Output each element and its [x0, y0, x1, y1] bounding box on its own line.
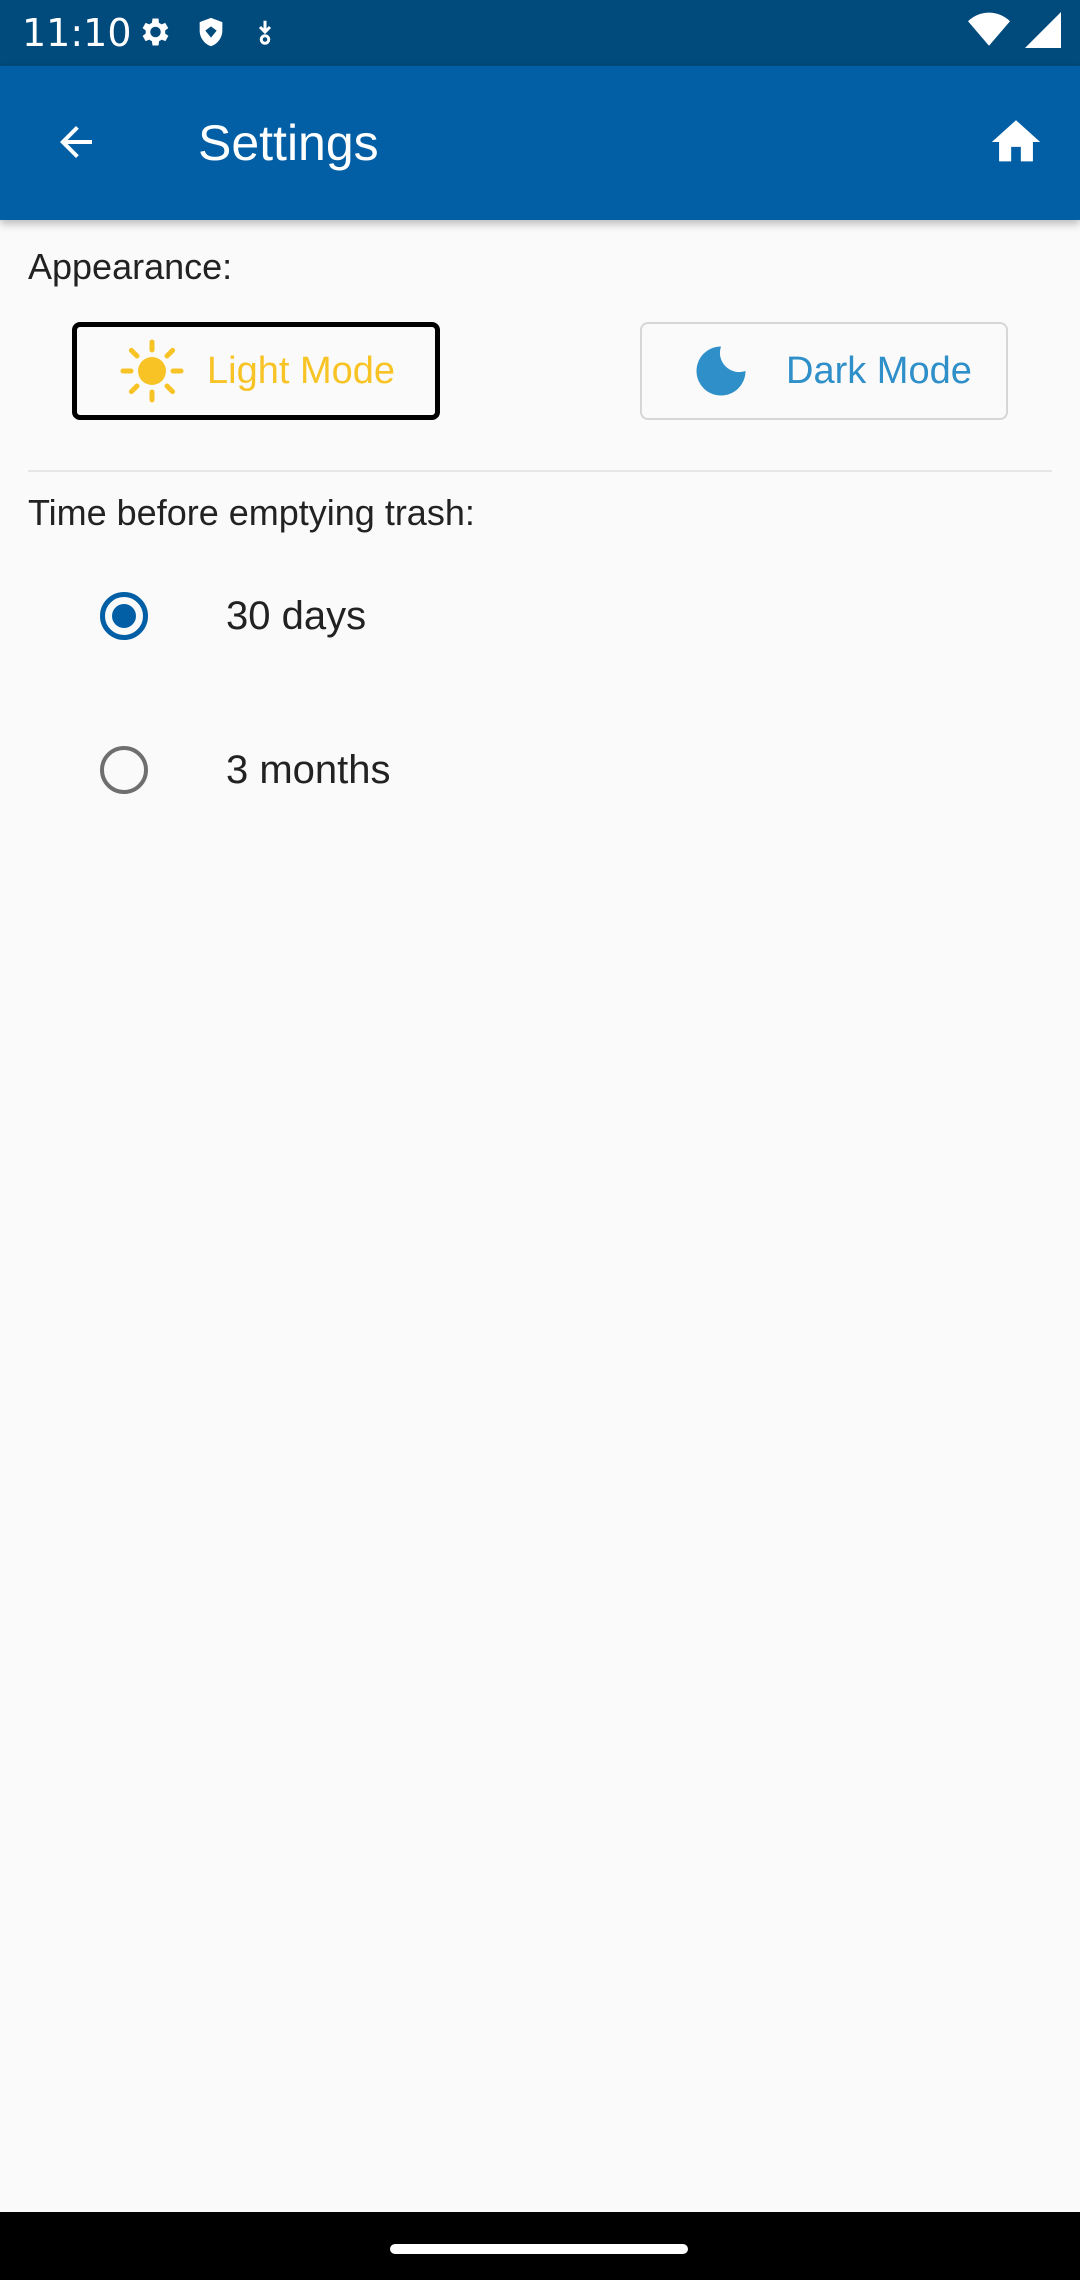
- download-icon: [250, 15, 280, 53]
- home-indicator[interactable]: [390, 2244, 688, 2254]
- appearance-label: Appearance:: [28, 246, 233, 287]
- page-title: Settings: [198, 115, 379, 171]
- home-icon: [987, 113, 1045, 175]
- radio-option-30-days[interactable]: 30 days: [0, 556, 1080, 676]
- status-time: 11:10: [22, 11, 132, 55]
- arrow-back-icon: [52, 118, 100, 170]
- signal-icon: [1024, 12, 1062, 52]
- app-bar: Settings: [0, 66, 1080, 220]
- divider: [28, 470, 1052, 472]
- radio-button-30-days[interactable]: [100, 592, 148, 640]
- light-mode-label: Light Mode: [207, 349, 396, 392]
- settings-icon: [136, 14, 172, 54]
- home-button[interactable]: [978, 106, 1054, 182]
- status-bar: 11:10: [0, 0, 1080, 66]
- status-icons-left: [136, 14, 280, 54]
- light-mode-button[interactable]: Light Mode: [72, 322, 440, 420]
- trash-label: Time before emptying trash:: [28, 492, 475, 533]
- radio-label: 3 months: [226, 747, 391, 792]
- sun-icon: [117, 336, 187, 406]
- moon-icon: [686, 336, 756, 406]
- back-button[interactable]: [38, 106, 114, 182]
- dark-mode-button[interactable]: Dark Mode: [640, 322, 1008, 420]
- shield-icon: [194, 14, 228, 54]
- radio-button-3-months[interactable]: [100, 746, 148, 794]
- navigation-bar: [0, 2212, 1080, 2280]
- radio-label: 30 days: [226, 593, 367, 638]
- wifi-icon: [968, 12, 1010, 52]
- radio-option-3-months[interactable]: 3 months: [0, 710, 1080, 830]
- status-icons-right: [968, 12, 1062, 52]
- dark-mode-label: Dark Mode: [786, 349, 972, 392]
